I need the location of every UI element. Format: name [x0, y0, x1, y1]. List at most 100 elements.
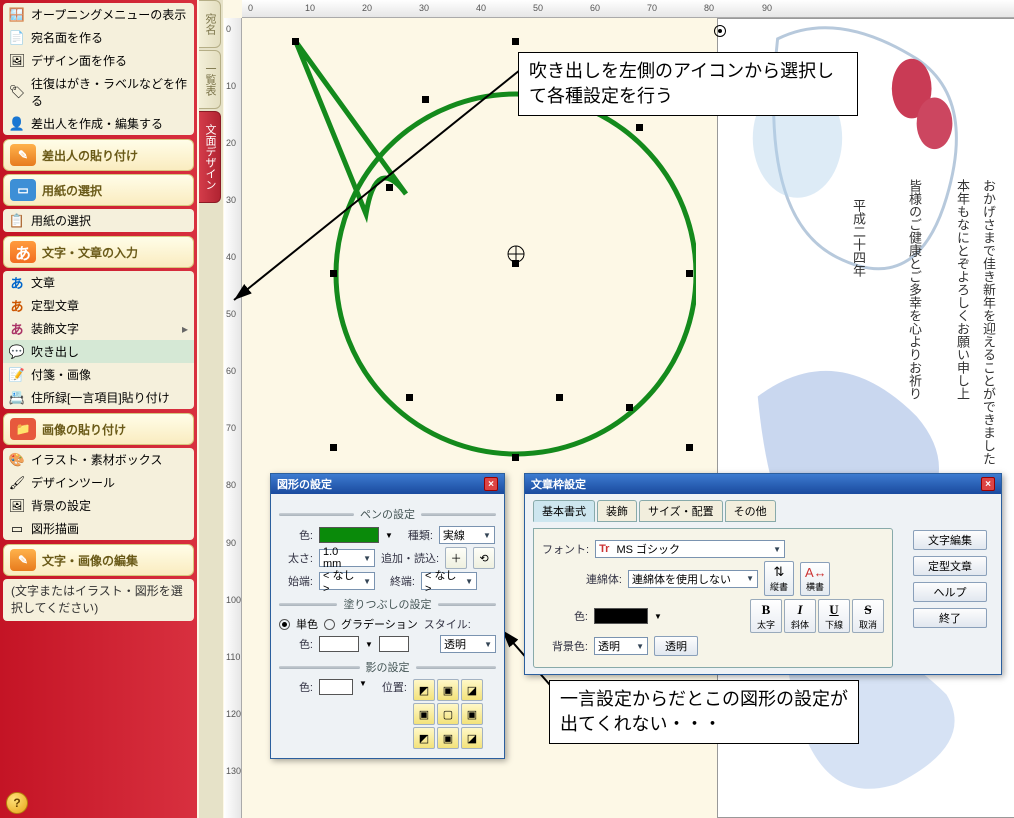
paper-text-a: おかげさまで佳き新年を迎えることができました: [975, 179, 1000, 465]
close-icon[interactable]: ×: [981, 477, 995, 491]
menu-label[interactable]: 🏷往復はがき・ラベルなどを作る: [3, 72, 194, 112]
vertical-button[interactable]: ⇅縦書: [764, 561, 794, 596]
edit-icon: ✎: [10, 549, 36, 571]
pos-tr[interactable]: ◪: [461, 679, 483, 701]
fillcolor2[interactable]: [379, 636, 409, 652]
fillcolor-swatch[interactable]: [319, 636, 359, 652]
grp-shadow: 影の設定: [279, 659, 496, 675]
side-help[interactable]: ヘルプ: [913, 582, 987, 602]
vertical-tabs: 宛名 一覧表 文面デザイン: [199, 0, 223, 818]
pos-c[interactable]: ▢: [437, 703, 459, 725]
text-addrbook[interactable]: 📇住所録[一言項目]貼り付け: [3, 386, 194, 409]
clipboard-icon: 📋: [9, 213, 25, 229]
brush-icon: 🖌: [9, 475, 25, 491]
transparent-button[interactable]: 透明: [654, 636, 698, 656]
side-exit[interactable]: 終了: [913, 608, 987, 628]
img-box[interactable]: 🎨イラスト・素材ボックス: [3, 448, 194, 471]
lbl-shadowcolor: 色:: [279, 679, 313, 695]
section-image[interactable]: 📁画像の貼り付け: [3, 413, 194, 445]
window-icon: 🪟: [9, 7, 25, 23]
italic-button[interactable]: I斜体: [784, 599, 816, 633]
thickness-input[interactable]: 1.0 mm▼: [319, 549, 375, 567]
dialog-shape-settings[interactable]: 図形の設定× ペンの設定 色:▼ 種類:実線▼ 太さ:1.0 mm▼ 追加・読込…: [270, 473, 505, 759]
font-select[interactable]: TrMS ゴシック▼: [595, 540, 785, 558]
lbl-fillcolor: 色:: [279, 636, 313, 652]
img-designtool[interactable]: 🖌デザインツール: [3, 471, 194, 494]
text-article[interactable]: あ文章: [3, 271, 194, 294]
horizontal-button[interactable]: A↔横書: [800, 562, 830, 596]
text-balloon[interactable]: 💬吹き出し: [3, 340, 194, 363]
pos-l[interactable]: ▣: [413, 703, 435, 725]
color-swatch[interactable]: [319, 527, 379, 543]
start-select[interactable]: < なし >▼: [319, 572, 375, 590]
callout-1: 吹き出しを左側のアイコンから選択して各種設定を行う: [518, 52, 858, 116]
lbl-grad: グラデーション: [341, 616, 418, 632]
pos-br[interactable]: ◪: [461, 727, 483, 749]
a-small-icon: あ: [9, 321, 25, 337]
shadowcolor[interactable]: [319, 679, 353, 695]
menu-design-side[interactable]: 🖼デザイン面を作る: [3, 49, 194, 72]
text-sticky[interactable]: 📝付箋・画像: [3, 363, 194, 386]
style-select[interactable]: 透明▼: [440, 635, 496, 653]
pos-r[interactable]: ▣: [461, 703, 483, 725]
bgcolor-select[interactable]: 透明▼: [594, 637, 648, 655]
vtab-list[interactable]: 一覧表: [199, 50, 221, 109]
rotate-handle[interactable]: [714, 25, 726, 37]
lbl-end: 終端:: [381, 573, 415, 589]
help-icon[interactable]: ?: [6, 792, 28, 814]
tab-decor[interactable]: 装飾: [597, 500, 637, 522]
pos-bl[interactable]: ◩: [413, 727, 435, 749]
lbl-bgcolor: 背景色:: [542, 638, 588, 654]
vtab-address[interactable]: 宛名: [199, 0, 221, 48]
pos-t[interactable]: ▣: [437, 679, 459, 701]
note-icon: 📝: [9, 367, 25, 383]
menu-sender-edit[interactable]: 👤差出人を作成・編集する: [3, 112, 194, 135]
strike-button[interactable]: S取消: [852, 599, 884, 633]
ruler-vertical: 0102030405060708090100110120130: [224, 18, 242, 818]
tab-basic[interactable]: 基本書式: [533, 500, 595, 522]
radio-grad[interactable]: [324, 619, 335, 630]
lbl-lig: 連綿体:: [542, 571, 622, 587]
end-select[interactable]: < なし >▼: [421, 572, 477, 590]
square-icon: ▭: [9, 521, 25, 537]
menu-opening[interactable]: 🪟オープニングメニューの表示: [3, 3, 194, 26]
menu-address-side[interactable]: 📄宛名面を作る: [3, 26, 194, 49]
section-sender[interactable]: ✎差出人の貼り付け: [3, 139, 194, 171]
radio-mono[interactable]: [279, 619, 290, 630]
underline-button[interactable]: U下線: [818, 599, 850, 633]
section-edit[interactable]: ✎文字・画像の編集: [3, 544, 194, 576]
vtab-design[interactable]: 文面デザイン: [199, 111, 221, 203]
img-shapes[interactable]: ▭図形描画: [3, 517, 194, 540]
paper-select[interactable]: 📋用紙の選択: [3, 209, 194, 232]
side-edit[interactable]: 文字編集: [913, 530, 987, 550]
grp-pen: ペンの設定: [279, 506, 496, 522]
pos-tl[interactable]: ◩: [413, 679, 435, 701]
add-btn[interactable]: ＋: [445, 547, 467, 569]
section-text[interactable]: あ文字・文章の入力: [3, 236, 194, 268]
text-decor[interactable]: あ装飾文字▸: [3, 317, 194, 340]
tab-size[interactable]: サイズ・配置: [639, 500, 723, 522]
tab-row: 基本書式 装飾 サイズ・配置 その他: [533, 500, 993, 522]
line-kind-select[interactable]: 実線▼: [439, 526, 495, 544]
paper-text-d: 平成二十四年: [845, 199, 870, 277]
lig-select[interactable]: 連綿体を使用しない▼: [628, 570, 758, 588]
tab-other[interactable]: その他: [725, 500, 776, 522]
pos-b[interactable]: ▣: [437, 727, 459, 749]
img-background[interactable]: 🖼背景の設定: [3, 494, 194, 517]
read-btn[interactable]: ⟲: [473, 547, 495, 569]
lbl-addread: 追加・読込:: [381, 550, 439, 566]
folder-icon: 📁: [10, 418, 36, 440]
dialog-text-settings[interactable]: 文章枠設定× 基本書式 装飾 サイズ・配置 その他 フォント: TrMS ゴシッ…: [524, 473, 1002, 675]
bold-button[interactable]: B太字: [750, 599, 782, 633]
a-small-icon: あ: [9, 298, 25, 314]
text-fixed[interactable]: あ定型文章: [3, 294, 194, 317]
ruler-horizontal: 0102030405060708090: [242, 0, 1014, 18]
sidebar: 🪟オープニングメニューの表示 📄宛名面を作る 🖼デザイン面を作る 🏷往復はがき・…: [0, 0, 197, 818]
expand-icon: ▸: [182, 322, 188, 336]
textcolor-swatch[interactable]: [594, 608, 648, 624]
close-icon[interactable]: ×: [484, 477, 498, 491]
lbl-kind: 種類:: [399, 527, 433, 543]
lbl-textcolor: 色:: [542, 608, 588, 624]
section-paper[interactable]: ▭用紙の選択: [3, 174, 194, 206]
side-fixed[interactable]: 定型文章: [913, 556, 987, 576]
